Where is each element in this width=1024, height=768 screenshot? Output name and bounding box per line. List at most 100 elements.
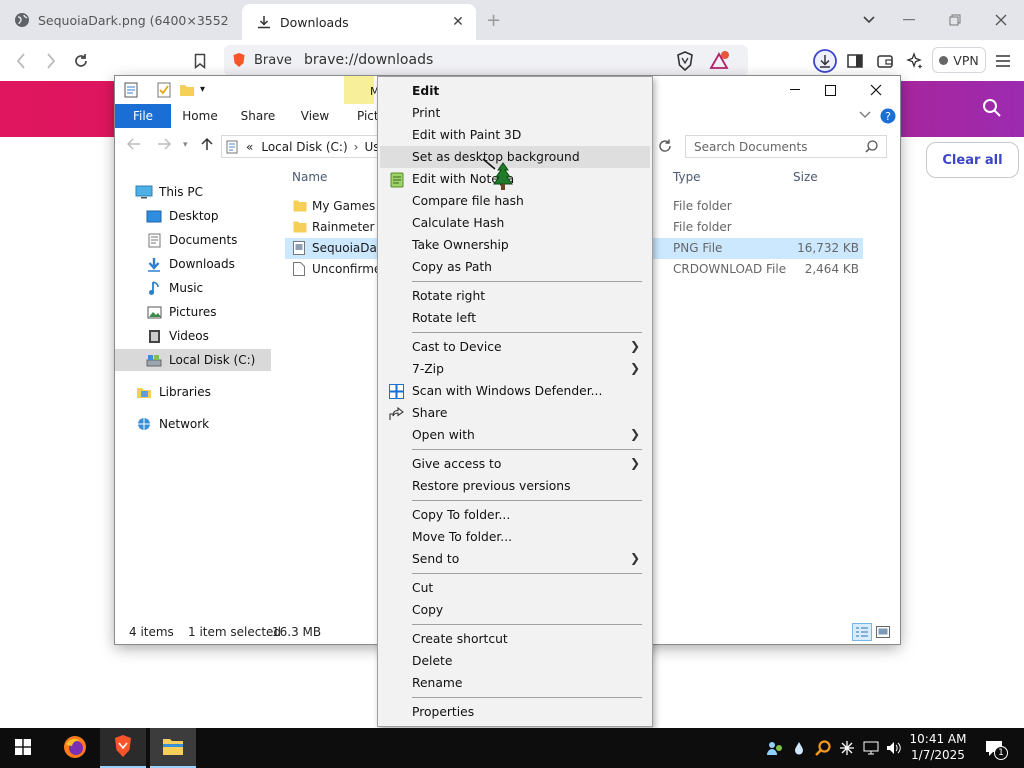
ribbon-expand-chevron-icon[interactable] xyxy=(859,108,871,122)
bookmark-icon[interactable] xyxy=(187,48,213,74)
new-tab-icon[interactable]: + xyxy=(486,10,501,31)
ribbon-tab-file[interactable]: File xyxy=(115,104,171,128)
leo-ai-icon[interactable] xyxy=(902,48,928,74)
menu-item-send-to[interactable]: Send to ❯ xyxy=(380,548,650,570)
nav-item-desktop[interactable]: Desktop xyxy=(145,205,301,227)
recent-locations-chevron-icon[interactable]: ▾ xyxy=(183,140,188,150)
menu-item-cut[interactable]: Cut xyxy=(380,577,650,599)
nav-item-network[interactable]: Network xyxy=(135,413,291,435)
tab-search-chevron-icon[interactable] xyxy=(854,8,884,32)
wallet-icon[interactable] xyxy=(872,48,898,74)
nav-item-local-disk[interactable]: Local Disk (C:) xyxy=(115,349,271,371)
explorer-address-box[interactable]: « Local Disk (C:) › Use xyxy=(221,135,381,158)
droplet-tray-icon[interactable] xyxy=(789,738,809,758)
selection-count: 1 item selected xyxy=(188,625,282,639)
menu-icon[interactable] xyxy=(990,48,1016,74)
menu-item-edit-notepad[interactable]: Edit with Notepa xyxy=(380,168,650,190)
minimize-icon[interactable] xyxy=(894,8,924,32)
close-window-icon[interactable] xyxy=(986,8,1016,32)
menu-item-compare-file-hash[interactable]: Compare file hash xyxy=(380,190,650,212)
people-tray-icon[interactable] xyxy=(765,738,785,758)
column-header-name[interactable]: Name xyxy=(292,170,327,184)
volume-tray-icon[interactable] xyxy=(884,738,904,758)
explorer-close-icon[interactable] xyxy=(856,76,896,104)
explorer-maximize-icon[interactable] xyxy=(810,76,850,104)
column-header-size[interactable]: Size xyxy=(793,170,818,184)
action-center-icon[interactable]: 1 xyxy=(982,738,1008,760)
network-tray-icon[interactable] xyxy=(861,738,881,758)
menu-item-edit-paint-3d[interactable]: Edit with Paint 3D xyxy=(380,124,650,146)
menu-item-give-access[interactable]: Give access to ❯ xyxy=(380,453,650,475)
forward-icon[interactable] xyxy=(38,48,64,74)
taskbar-clock[interactable]: 10:41 AM 1/7/2025 xyxy=(904,731,972,763)
details-view-icon[interactable] xyxy=(852,623,872,641)
menu-item-copy-as-path[interactable]: Copy as Path xyxy=(380,256,650,278)
menu-item-print[interactable]: Print xyxy=(380,102,650,124)
taskbar-brave[interactable] xyxy=(100,728,146,768)
reload-icon[interactable] xyxy=(68,48,94,74)
checkmark-icon[interactable] xyxy=(157,82,171,101)
snowflake-tray-icon[interactable] xyxy=(837,738,857,758)
menu-item-delete[interactable]: Delete xyxy=(380,650,650,672)
explorer-back-icon[interactable] xyxy=(127,138,141,153)
sidebar-icon[interactable] xyxy=(842,48,868,74)
nav-item-music[interactable]: Music xyxy=(145,277,301,299)
menu-item-cast-to-device[interactable]: Cast to Device ❯ xyxy=(380,336,650,358)
back-icon[interactable] xyxy=(8,48,34,74)
ribbon-tab-home[interactable]: Home xyxy=(179,104,221,128)
menu-item-7zip[interactable]: 7-Zip ❯ xyxy=(380,358,650,380)
brave-rewards-icon[interactable] xyxy=(706,48,732,74)
large-icons-view-icon[interactable] xyxy=(876,626,890,641)
taskbar-file-explorer[interactable] xyxy=(150,728,196,768)
help-icon[interactable]: ? xyxy=(880,108,896,127)
downloads-toolbar-icon[interactable] xyxy=(812,48,838,74)
menu-item-move-to-folder[interactable]: Move To folder... xyxy=(380,526,650,548)
menu-item-open-with[interactable]: Open with ❯ xyxy=(380,424,650,446)
nav-item-this-pc[interactable]: This PC xyxy=(135,181,291,203)
refresh-icon[interactable] xyxy=(658,139,672,156)
menu-item-edit[interactable]: Edit xyxy=(380,80,650,102)
ribbon-tab-share[interactable]: Share xyxy=(237,104,279,128)
vpn-button[interactable]: VPN xyxy=(932,47,986,73)
start-button[interactable] xyxy=(0,728,46,768)
search-tool-tray-icon[interactable] xyxy=(813,738,833,758)
menu-item-calculate-hash[interactable]: Calculate Hash xyxy=(380,212,650,234)
menu-item-restore-versions[interactable]: Restore previous versions xyxy=(380,475,650,497)
menu-item-take-ownership[interactable]: Take Ownership xyxy=(380,234,650,256)
explorer-forward-icon[interactable] xyxy=(157,138,171,153)
menu-item-share[interactable]: Share xyxy=(380,402,650,424)
menu-item-set-desktop-background[interactable]: Set as desktop background xyxy=(380,146,650,168)
explorer-minimize-icon[interactable] xyxy=(775,76,815,104)
nav-item-libraries[interactable]: Libraries xyxy=(135,381,291,403)
restore-icon[interactable] xyxy=(940,8,970,32)
nav-item-pictures[interactable]: Pictures xyxy=(145,301,301,323)
address-separator-icon[interactable]: › xyxy=(354,140,359,154)
tab-downloads[interactable]: Downloads ✕ xyxy=(242,4,476,40)
up-folder-icon[interactable] xyxy=(201,137,213,154)
taskbar-firefox[interactable] xyxy=(52,728,98,768)
folder-icon[interactable] xyxy=(179,82,195,101)
menu-item-properties[interactable]: Properties xyxy=(380,701,650,723)
clear-all-button[interactable]: Clear all xyxy=(926,142,1019,178)
properties-icon[interactable] xyxy=(124,82,138,101)
quick-access-dropdown-icon[interactable]: ▾ xyxy=(200,84,205,95)
address-bar[interactable]: Brave brave://downloads xyxy=(224,45,748,76)
nav-item-documents[interactable]: Documents xyxy=(145,229,301,251)
brave-shields-icon[interactable] xyxy=(672,48,698,74)
menu-item-rotate-left[interactable]: Rotate left xyxy=(380,307,650,329)
tab-sequoiadark[interactable]: SequoiaDark.png (6400×3552) xyxy=(0,0,240,40)
ribbon-tab-view[interactable]: View xyxy=(295,104,335,128)
close-tab-icon[interactable]: ✕ xyxy=(450,14,466,30)
menu-item-create-shortcut[interactable]: Create shortcut xyxy=(380,628,650,650)
menu-item-copy[interactable]: Copy xyxy=(380,599,650,621)
menu-item-scan-defender[interactable]: Scan with Windows Defender... xyxy=(380,380,650,402)
explorer-search-input[interactable]: Search Documents xyxy=(685,135,887,158)
download-icon xyxy=(256,14,272,30)
column-header-type[interactable]: Type xyxy=(673,170,701,184)
menu-item-rotate-right[interactable]: Rotate right xyxy=(380,285,650,307)
menu-item-copy-to-folder[interactable]: Copy To folder... xyxy=(380,504,650,526)
nav-item-videos[interactable]: Videos xyxy=(145,325,301,347)
nav-item-downloads[interactable]: Downloads xyxy=(145,253,301,275)
menu-item-rename[interactable]: Rename xyxy=(380,672,650,694)
search-downloads-icon[interactable] xyxy=(982,98,1002,121)
